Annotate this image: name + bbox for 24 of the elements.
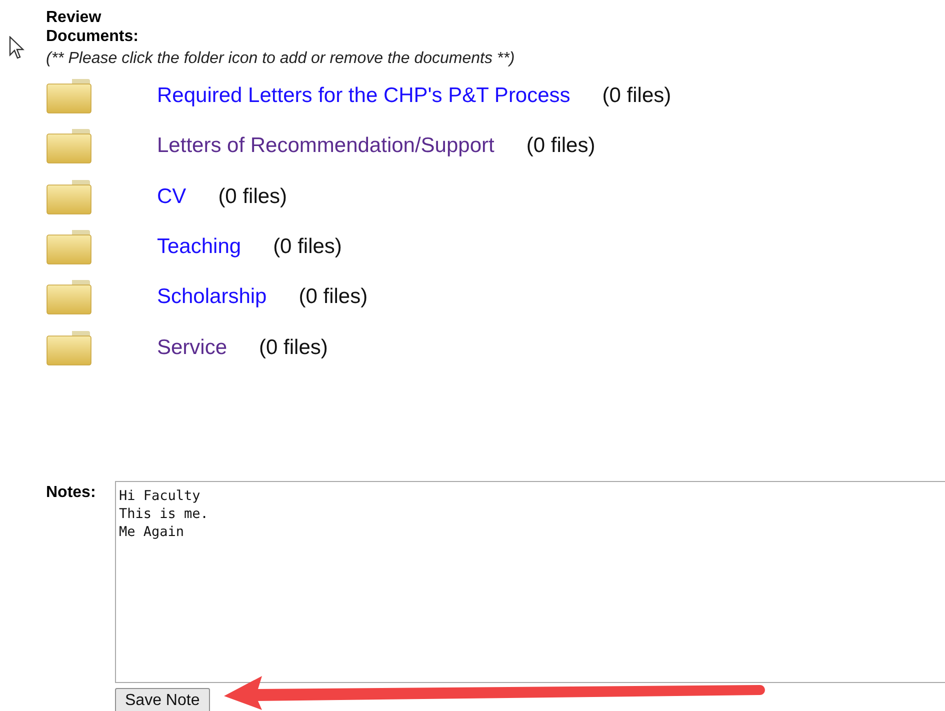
section-heading: Review Documents: bbox=[46, 8, 140, 46]
file-count: (0 files) bbox=[273, 235, 342, 260]
folder-link[interactable]: Service bbox=[157, 336, 228, 360]
notes-label: Notes: bbox=[46, 482, 97, 503]
folder-link[interactable]: Teaching bbox=[157, 235, 242, 260]
file-count: (0 files) bbox=[526, 134, 596, 158]
folder-link[interactable]: Scholarship bbox=[157, 285, 267, 310]
instruction-text: (** Please click the folder icon to add or remove the documents **) bbox=[46, 49, 516, 68]
folder-icon[interactable] bbox=[46, 330, 92, 366]
file-count: (0 files) bbox=[259, 336, 328, 360]
folder-link[interactable]: Required Letters for the CHP's P&T Process bbox=[157, 84, 570, 108]
folder-icon[interactable] bbox=[46, 128, 92, 164]
file-count: (0 files) bbox=[298, 285, 368, 310]
folder-link[interactable]: CV bbox=[157, 184, 186, 209]
folder-link[interactable]: Letters of Recommendation/Support bbox=[157, 134, 494, 158]
folder-icon[interactable] bbox=[46, 178, 92, 215]
mouse-pointer-icon bbox=[9, 36, 25, 60]
folder-icon[interactable] bbox=[46, 229, 92, 266]
notes-field[interactable]: Hi Faculty This is me. Me Again bbox=[115, 480, 945, 683]
file-count: (0 files) bbox=[602, 84, 672, 108]
save-note-button[interactable]: Save Note bbox=[115, 688, 210, 711]
folder-icon[interactable] bbox=[46, 279, 92, 316]
file-count: (0 files) bbox=[218, 184, 288, 209]
folder-icon[interactable] bbox=[46, 78, 92, 114]
